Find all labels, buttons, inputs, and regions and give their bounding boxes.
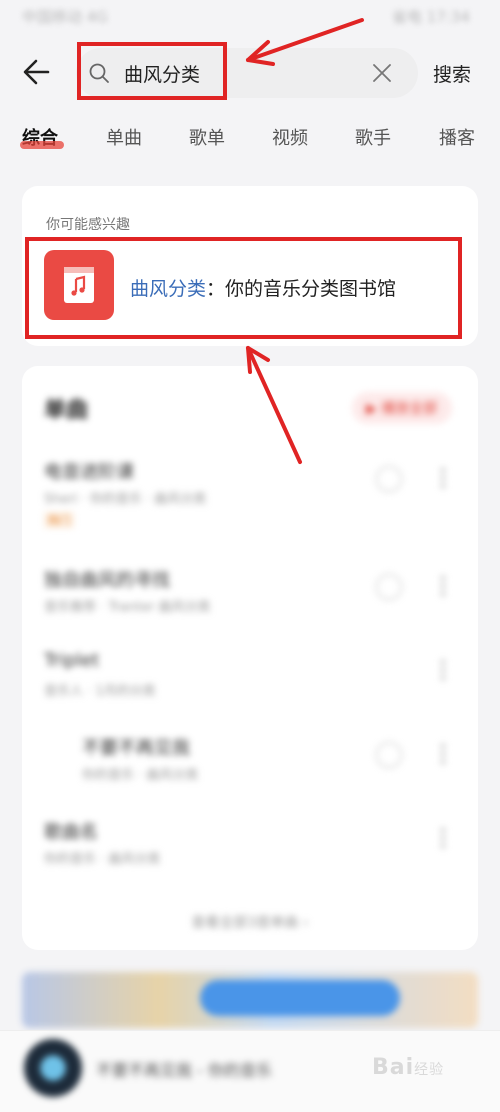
song-subtitle: 音乐人 · 1月的分类 bbox=[44, 684, 156, 699]
active-tab-indicator bbox=[20, 141, 64, 149]
more-icon[interactable] bbox=[440, 740, 446, 768]
time-text: 省电 17:34 bbox=[392, 8, 470, 26]
play-all-button[interactable]: ▶ 播放全部 bbox=[352, 392, 452, 424]
songs-section: 单曲 ▶ 播放全部 电音进阶课 Sheri · 你的音乐 · 曲风分类 热门 独… bbox=[22, 366, 478, 950]
song-title: Triplet bbox=[44, 650, 100, 671]
tab-artists[interactable]: 歌手 bbox=[355, 124, 391, 150]
more-icon[interactable] bbox=[440, 464, 446, 492]
song-subtitle: 你的音乐 · 曲风分类 bbox=[44, 852, 161, 867]
album-cover[interactable] bbox=[24, 1039, 82, 1097]
song-row[interactable]: Triplet 音乐人 · 1月的分类 bbox=[22, 650, 478, 730]
song-tag: 热门 bbox=[44, 512, 74, 528]
play-all-label: ▶ 播放全部 bbox=[366, 401, 438, 417]
close-icon[interactable] bbox=[370, 61, 394, 85]
result-tabs: 综合 单曲 歌单 视频 歌手 播客 bbox=[0, 122, 500, 162]
suggestion-label: 你可能感兴趣 bbox=[46, 217, 130, 233]
search-button[interactable]: 搜索 bbox=[433, 60, 471, 87]
watermark-suffix: 经验 bbox=[414, 1062, 445, 1078]
video-icon[interactable] bbox=[376, 742, 402, 768]
carrier-text: 中国移动 4G bbox=[22, 8, 108, 26]
tab-playlists[interactable]: 歌单 bbox=[189, 124, 225, 150]
song-title: 电音进阶课 bbox=[44, 462, 134, 483]
video-icon[interactable] bbox=[376, 466, 402, 492]
more-icon[interactable] bbox=[440, 824, 446, 852]
baidu-watermark: Bai经验 bbox=[372, 1055, 444, 1080]
highlight-box-suggestion bbox=[25, 237, 462, 339]
banner-button[interactable] bbox=[200, 980, 400, 1016]
back-button[interactable] bbox=[20, 52, 60, 92]
back-arrow-icon bbox=[23, 59, 50, 85]
song-title: 独自曲风的寻找 bbox=[44, 570, 170, 591]
song-title: 不要不再见我 bbox=[82, 738, 190, 759]
song-row[interactable]: 歌曲名 你的音乐 · 曲风分类 bbox=[22, 818, 478, 898]
more-icon[interactable] bbox=[440, 572, 446, 600]
song-subtitle: Sheri · 你的音乐 · 曲风分类 bbox=[44, 492, 207, 507]
song-row[interactable]: 不要不再见我 你的音乐 · 曲风分类 bbox=[22, 734, 478, 814]
video-icon[interactable] bbox=[376, 574, 402, 600]
song-row[interactable]: 电音进阶课 Sheri · 你的音乐 · 曲风分类 热门 bbox=[22, 458, 478, 538]
song-title: 歌曲名 bbox=[44, 822, 98, 843]
song-subtitle: 音乐推荐 · Tranter 曲风分类 bbox=[44, 600, 211, 615]
tab-podcasts[interactable]: 播客 bbox=[439, 124, 475, 150]
song-subtitle: 你的音乐 · 曲风分类 bbox=[82, 768, 199, 783]
view-all-songs-link[interactable]: 查看全部3首单曲 › bbox=[22, 912, 478, 932]
highlight-box-search bbox=[77, 42, 227, 100]
watermark-brand: Bai bbox=[372, 1055, 415, 1080]
songs-header: 单曲 bbox=[44, 398, 89, 423]
tab-songs[interactable]: 单曲 bbox=[106, 124, 142, 150]
tab-videos[interactable]: 视频 bbox=[272, 124, 308, 150]
more-icon[interactable] bbox=[440, 656, 446, 684]
song-row[interactable]: 独自曲风的寻找 音乐推荐 · Tranter 曲风分类 bbox=[22, 566, 478, 646]
now-playing-title: 不要不再见我 - 你的音乐 bbox=[96, 1061, 272, 1080]
status-bar: 中国移动 4G 省电 17:34 bbox=[0, 0, 500, 40]
promo-banner[interactable] bbox=[22, 972, 478, 1028]
